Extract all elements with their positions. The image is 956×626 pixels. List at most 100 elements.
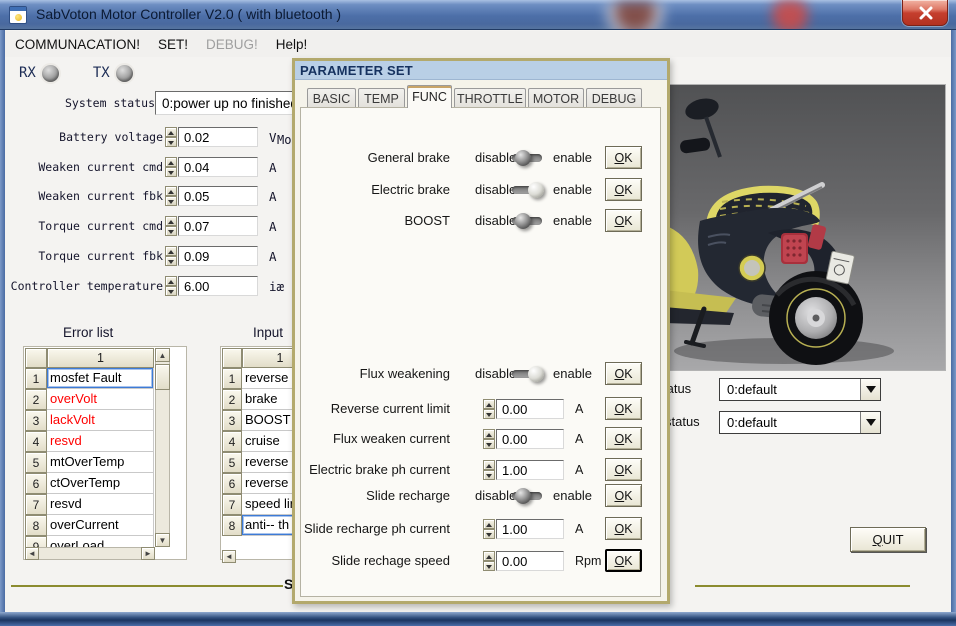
row-header[interactable]: 3 — [25, 410, 47, 431]
spinner-control[interactable] — [483, 551, 495, 571]
row-header[interactable]: 4 — [222, 431, 242, 452]
tab-func[interactable]: FUNC — [407, 85, 452, 108]
system-status-value: 0:power up no finished — [162, 95, 298, 111]
scroll-down-icon[interactable]: ▼ — [155, 533, 170, 547]
scroll-left-icon[interactable]: ◄ — [25, 547, 39, 560]
row-header[interactable]: 9 — [25, 536, 47, 547]
error-cell[interactable]: mtOverTemp — [47, 452, 154, 473]
spinner-control[interactable] — [165, 127, 177, 147]
error-table-column-header[interactable]: 1 — [47, 348, 154, 368]
ok-button[interactable]: OK — [605, 362, 642, 385]
ok-button[interactable]: OK — [605, 146, 642, 169]
scroll-up-icon[interactable]: ▲ — [155, 348, 170, 362]
error-cell[interactable]: resvd — [47, 494, 154, 515]
param-input[interactable] — [496, 551, 564, 571]
row-header[interactable]: 1 — [25, 368, 47, 389]
row-header[interactable]: 5 — [222, 452, 242, 473]
field-unit: A — [269, 160, 277, 175]
field-input[interactable] — [178, 246, 258, 266]
close-button[interactable] — [902, 0, 948, 26]
field-unit: A — [269, 189, 277, 204]
spinner-control[interactable] — [165, 186, 177, 206]
spinner-control[interactable] — [165, 157, 177, 177]
field-input[interactable] — [178, 186, 258, 206]
ok-button[interactable]: OK — [605, 549, 642, 572]
scroll-left-icon[interactable]: ◄ — [222, 550, 236, 563]
tx-label: TX — [92, 65, 110, 81]
close-icon — [919, 6, 933, 20]
row-header[interactable]: 8 — [222, 515, 242, 536]
spinner-control[interactable] — [483, 429, 495, 449]
error-cell[interactable]: overLoad — [47, 536, 154, 547]
row-header[interactable]: 7 — [222, 494, 242, 515]
row-header[interactable]: 1 — [222, 368, 242, 389]
ok-button[interactable]: OK — [605, 209, 642, 232]
ok-button[interactable]: OK — [605, 178, 642, 201]
tab-temp[interactable]: TEMP — [358, 88, 405, 108]
quit-button[interactable]: QUIT — [850, 527, 926, 552]
row-header[interactable]: 4 — [25, 431, 47, 452]
scroll-right-icon[interactable]: ► — [141, 547, 155, 560]
error-cell[interactable]: overCurrent — [47, 515, 154, 536]
ok-button[interactable]: OK — [605, 458, 642, 481]
row-header[interactable]: 6 — [222, 473, 242, 494]
error-table-corner[interactable] — [25, 348, 47, 368]
error-cell[interactable]: overVolt — [47, 389, 154, 410]
row-header[interactable]: 8 — [25, 515, 47, 536]
tab-throttle[interactable]: THROTTLE — [454, 88, 526, 108]
field-input[interactable] — [178, 157, 258, 177]
status-dropdown-2[interactable]: 0:default — [719, 411, 881, 434]
ok-button[interactable]: OK — [605, 427, 642, 450]
chevron-down-icon — [860, 379, 880, 400]
toggle-switch[interactable] — [510, 150, 546, 166]
spinner-control[interactable] — [483, 399, 495, 419]
tab-basic[interactable]: BASIC — [307, 88, 356, 108]
param-input[interactable] — [496, 399, 564, 419]
row-header[interactable]: 3 — [222, 410, 242, 431]
spinner-control[interactable] — [483, 519, 495, 539]
row-header[interactable]: 7 — [25, 494, 47, 515]
scooter-illustration — [664, 85, 945, 370]
error-cell[interactable]: resvd — [47, 431, 154, 452]
field-input[interactable] — [178, 276, 258, 296]
menu-item-communacation[interactable]: COMMUNACATION! — [6, 34, 149, 55]
toggle-switch[interactable] — [510, 488, 546, 504]
ok-button[interactable]: OK — [605, 484, 642, 507]
spinner-control[interactable] — [165, 216, 177, 236]
row-header[interactable]: 2 — [25, 389, 47, 410]
desktop-reflection — [770, 0, 810, 29]
spinner-control[interactable] — [165, 246, 177, 266]
toggle-switch[interactable] — [510, 213, 546, 229]
error-cell[interactable]: mosfet Fault — [47, 368, 154, 389]
menu-item-help[interactable]: Help! — [267, 34, 317, 55]
tab-motor[interactable]: MOTOR — [528, 88, 584, 108]
param-input[interactable] — [496, 429, 564, 449]
field-unit: A — [269, 219, 277, 234]
tab-debug[interactable]: DEBUG — [586, 88, 642, 108]
input-table-corner[interactable] — [222, 348, 242, 368]
vscroll-thumb[interactable] — [155, 364, 170, 390]
row-header[interactable]: 6 — [25, 473, 47, 494]
param-input[interactable] — [496, 519, 564, 539]
row-header[interactable]: 5 — [25, 452, 47, 473]
toggle-switch[interactable] — [510, 182, 546, 198]
error-cell[interactable]: lackVolt — [47, 410, 154, 431]
ok-button[interactable]: OK — [605, 517, 642, 540]
param-input[interactable] — [496, 460, 564, 480]
spinner-control[interactable] — [483, 460, 495, 480]
window-border-left — [0, 30, 5, 626]
field-input[interactable] — [178, 216, 258, 236]
param-label: BOOST — [404, 213, 450, 228]
field-input[interactable] — [178, 127, 258, 147]
error-hscrollbar[interactable] — [25, 547, 155, 560]
ok-button[interactable]: OK — [605, 397, 642, 420]
toggle-switch[interactable] — [510, 366, 546, 382]
divider-line — [695, 585, 910, 587]
status-dropdown-1[interactable]: 0:default — [719, 378, 881, 401]
spinner-control[interactable] — [165, 276, 177, 296]
error-list-title: Error list — [63, 325, 114, 340]
menu-item-set[interactable]: SET! — [149, 34, 197, 55]
row-header[interactable]: 2 — [222, 389, 242, 410]
error-cell[interactable]: ctOverTemp — [47, 473, 154, 494]
param-label: Flux weakening — [359, 366, 450, 381]
